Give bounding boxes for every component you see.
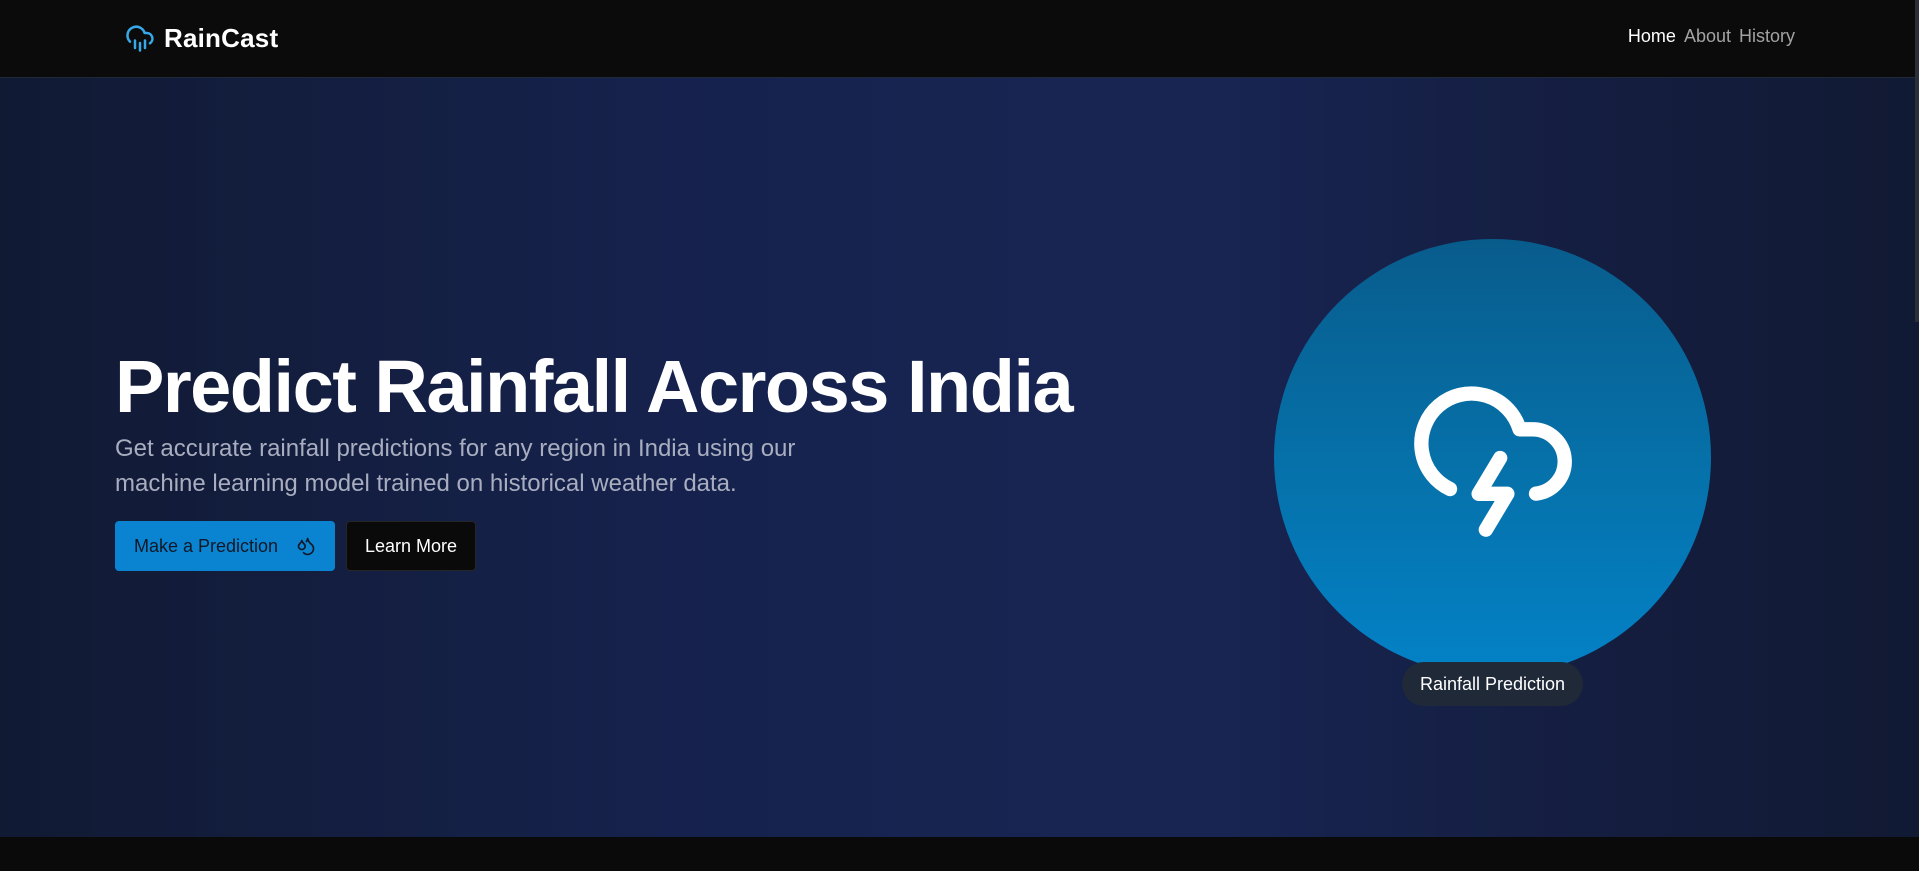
hero-title: Predict Rainfall Across India	[115, 345, 1074, 428]
footer-band	[0, 837, 1919, 871]
main-nav: Home About History	[1628, 26, 1795, 47]
hero-description: Get accurate rainfall predictions for an…	[115, 435, 796, 497]
make-prediction-button[interactable]: Make a Prediction	[115, 521, 335, 571]
nav-link-about[interactable]: About	[1684, 26, 1731, 47]
cloud-lightning-icon	[1407, 372, 1579, 544]
make-prediction-label: Make a Prediction	[133, 535, 279, 556]
learn-more-button[interactable]: Learn More	[346, 521, 476, 571]
cloud-rain-icon	[125, 23, 155, 53]
nav-link-home[interactable]: Home	[1628, 26, 1676, 47]
brand-name: RainCast	[164, 22, 279, 53]
brand-logo[interactable]: RainCast	[125, 21, 278, 55]
top-navbar: RainCast Home About History	[0, 0, 1919, 78]
hero-section: Predict Rainfall Across India Get accura…	[0, 78, 1919, 837]
rainfall-prediction-badge: Rainfall Prediction	[1402, 662, 1583, 706]
hero-illustration	[1274, 239, 1711, 676]
page-scrollbar[interactable]	[1915, 0, 1919, 322]
nav-link-history[interactable]: History	[1739, 26, 1795, 47]
droplets-icon	[296, 536, 316, 556]
